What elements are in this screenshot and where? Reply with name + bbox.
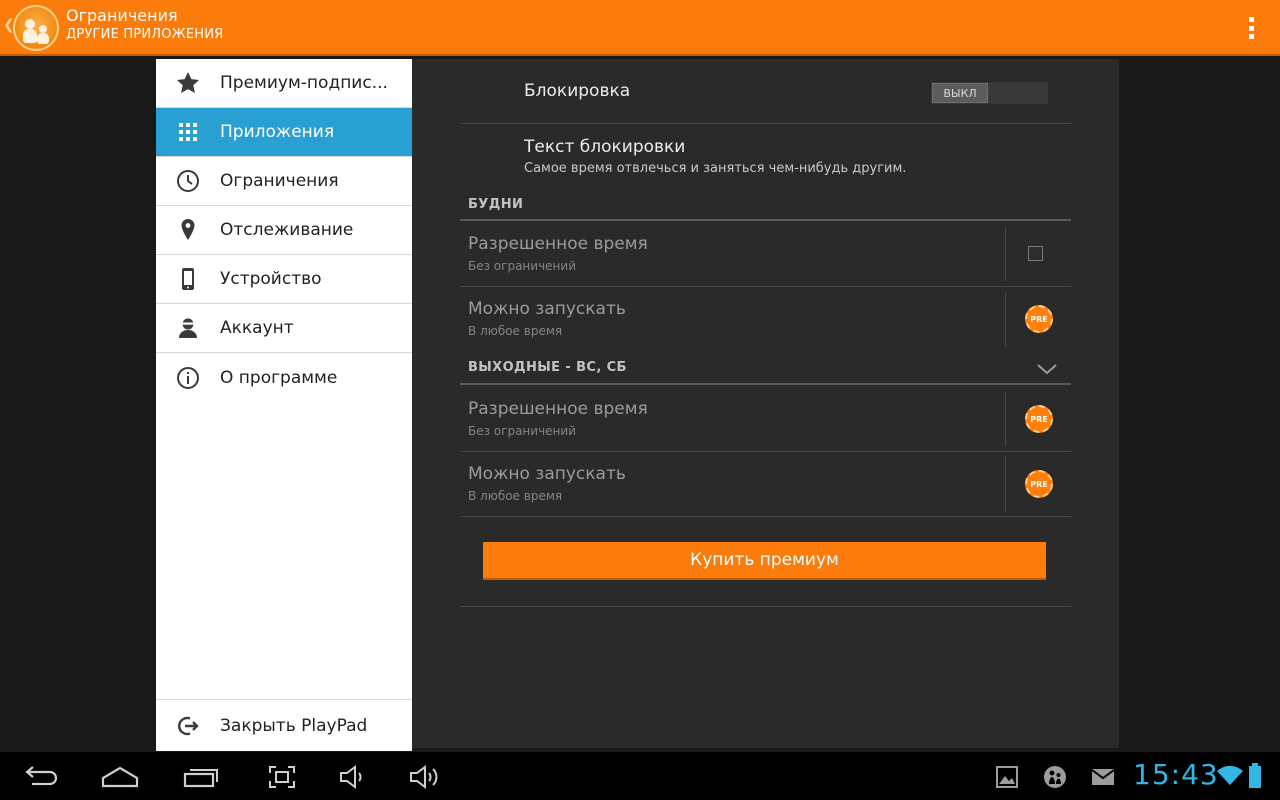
sidebar-item-about[interactable]: О программе bbox=[156, 353, 412, 402]
sidebar-item-premium[interactable]: Премиум-подпис... bbox=[156, 59, 412, 108]
sidebar-item-label: Приложения bbox=[220, 122, 335, 142]
action-bar-subtitle: ДРУГИЕ ПРИЛОЖЕНИЯ bbox=[66, 27, 224, 42]
allowed-time-value: Без ограничений bbox=[468, 424, 576, 438]
battery-icon[interactable] bbox=[1248, 763, 1262, 793]
can-launch-value: В любое время bbox=[468, 489, 563, 503]
sidebar-item-close[interactable]: Закрыть PlayPad bbox=[156, 699, 412, 751]
divider bbox=[460, 123, 1071, 124]
sidebar-item-label: Закрыть PlayPad bbox=[220, 715, 368, 736]
star-icon bbox=[156, 70, 220, 96]
divider bbox=[460, 286, 1071, 287]
vertical-divider bbox=[1005, 457, 1006, 511]
sidebar-item-device[interactable]: Устройство bbox=[156, 255, 412, 304]
premium-badge-icon[interactable]: PRE bbox=[1025, 305, 1053, 333]
section-divider bbox=[460, 219, 1071, 221]
buy-premium-button[interactable]: Купить премиум bbox=[483, 542, 1046, 580]
sidebar-item-label: О программе bbox=[220, 367, 338, 388]
sidebar-item-label: Премиум-подпис... bbox=[220, 73, 388, 93]
system-bar: 15:43 bbox=[0, 752, 1280, 800]
apps-grid-icon bbox=[156, 122, 220, 142]
sidebar-item-apps[interactable]: Приложения bbox=[156, 108, 412, 157]
allowed-time-label: Разрешенное время bbox=[468, 399, 648, 419]
can-launch-label: Можно запускать bbox=[468, 464, 626, 484]
divider bbox=[460, 516, 1071, 517]
location-pin-icon bbox=[156, 218, 220, 242]
sidebar-item-label: Отслеживание bbox=[220, 220, 354, 240]
lock-text-value: Самое время отвлечься и заняться чем-ниб… bbox=[524, 161, 907, 176]
section-header-weekdays: БУДНИ bbox=[468, 197, 524, 212]
exit-icon bbox=[156, 714, 220, 738]
mail-icon[interactable] bbox=[1091, 767, 1115, 791]
allowed-time-checkbox[interactable] bbox=[1028, 246, 1043, 261]
account-icon bbox=[156, 317, 220, 339]
divider bbox=[460, 606, 1071, 607]
phone-icon bbox=[156, 267, 220, 291]
overflow-menu-icon[interactable] bbox=[1246, 15, 1256, 41]
section-divider bbox=[460, 383, 1071, 385]
gallery-notification-icon[interactable] bbox=[996, 766, 1018, 792]
action-bar-titles[interactable]: Ограничения ДРУГИЕ ПРИЛОЖЕНИЯ bbox=[66, 6, 223, 43]
sidebar-item-account[interactable]: Аккаунт bbox=[156, 304, 412, 353]
family-icon[interactable] bbox=[13, 5, 59, 51]
vertical-divider bbox=[1005, 292, 1006, 346]
action-bar: ❮ Ограничения ДРУГИЕ ПРИЛОЖЕНИЯ bbox=[0, 0, 1280, 56]
lock-label: Блокировка bbox=[524, 81, 631, 101]
section-header-weekend[interactable]: ВЫХОДНЫЕ - ВС, СБ bbox=[468, 360, 627, 375]
allowed-time-value: Без ограничений bbox=[468, 259, 576, 273]
home-icon[interactable] bbox=[101, 766, 139, 792]
sidebar-item-tracking[interactable]: Отслеживание bbox=[156, 206, 412, 255]
back-icon[interactable] bbox=[22, 766, 60, 792]
can-launch-label: Можно запускать bbox=[468, 299, 626, 319]
settings-panel: Блокировка ВЫКЛ Текст блокировки Самое в… bbox=[412, 59, 1119, 748]
sidebar-item-restrictions[interactable]: Ограничения bbox=[156, 157, 412, 206]
sidebar-item-label: Устройство bbox=[220, 269, 322, 289]
premium-badge-icon[interactable]: PRE bbox=[1025, 470, 1053, 498]
recent-apps-icon[interactable] bbox=[183, 766, 219, 792]
sidebar-item-label: Ограничения bbox=[220, 171, 339, 191]
volume-down-icon[interactable] bbox=[339, 765, 369, 793]
allowed-time-label: Разрешенное время bbox=[468, 234, 648, 254]
premium-badge-icon[interactable]: PRE bbox=[1025, 405, 1053, 433]
vertical-divider bbox=[1005, 227, 1006, 281]
toggle-knob: ВЫКЛ bbox=[932, 83, 988, 103]
lock-text-label: Текст блокировки bbox=[524, 137, 686, 157]
can-launch-value: В любое время bbox=[468, 324, 563, 338]
action-bar-title: Ограничения bbox=[66, 6, 178, 25]
sidebar: Премиум-подпис... Приложения Ограничения… bbox=[156, 59, 412, 751]
clock[interactable]: 15:43 bbox=[1133, 758, 1219, 791]
lock-toggle[interactable]: ВЫКЛ bbox=[931, 82, 1048, 104]
chevron-down-icon[interactable] bbox=[1036, 361, 1058, 380]
playpad-notification-icon[interactable] bbox=[1043, 765, 1067, 793]
vertical-divider bbox=[1005, 392, 1006, 446]
wifi-icon[interactable] bbox=[1216, 765, 1244, 790]
volume-up-icon[interactable] bbox=[409, 765, 443, 793]
sidebar-item-label: Аккаунт bbox=[220, 318, 294, 338]
clock-icon bbox=[156, 169, 220, 193]
info-icon bbox=[156, 366, 220, 390]
screenshot-icon[interactable] bbox=[268, 765, 296, 793]
divider bbox=[460, 451, 1071, 452]
